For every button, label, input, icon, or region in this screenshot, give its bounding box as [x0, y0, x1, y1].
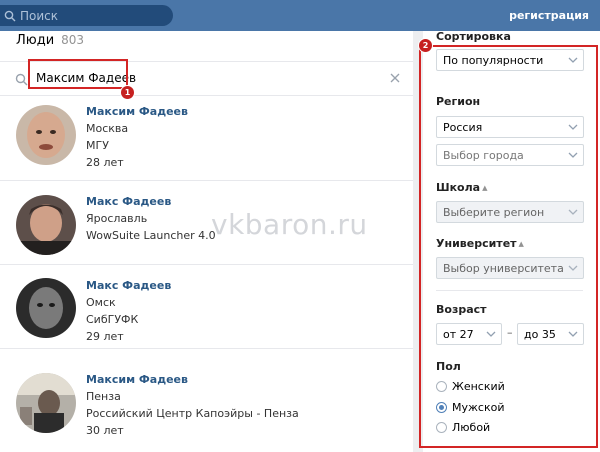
- annotation-badge-1: 1: [120, 85, 135, 100]
- annotation-badge-2: 2: [418, 38, 433, 53]
- result-city: Омск: [86, 296, 116, 309]
- filters-highlight-box: [419, 45, 598, 448]
- people-header: Люди 803: [16, 33, 84, 48]
- people-results-panel: Люди 803 Максим Фадеев Москва МГУ 28 лет: [0, 31, 413, 452]
- list-item[interactable]: Максим Фадеев Пенза Российский Центр Кап…: [0, 349, 413, 452]
- result-university: СибГУФК: [86, 313, 139, 326]
- people-count: 803: [61, 33, 85, 47]
- result-city: Москва: [86, 122, 129, 135]
- result-university: Российский Центр Капоэйры - Пенза: [86, 407, 299, 420]
- avatar[interactable]: [16, 373, 76, 433]
- avatar[interactable]: [16, 278, 76, 338]
- search-icon: [4, 10, 16, 21]
- result-name-link[interactable]: Макс Фадеев: [86, 279, 171, 292]
- register-link[interactable]: регистрация: [509, 9, 589, 22]
- top-navigation-bar: Поиск регистрация: [0, 0, 600, 31]
- result-age: 28 лет: [86, 156, 124, 169]
- list-item[interactable]: Макс Фадеев Омск СибГУФК 29 лет: [0, 265, 413, 349]
- result-university: WowSuite Launcher 4.0: [86, 229, 216, 242]
- close-icon[interactable]: [389, 72, 401, 84]
- search-icon: [15, 73, 28, 86]
- list-item[interactable]: Максим Фадеев Москва МГУ 28 лет: [0, 97, 413, 181]
- watermark: vkbaron.ru: [211, 208, 368, 241]
- result-city: Пенза: [86, 390, 121, 403]
- people-title: Люди: [16, 33, 55, 48]
- search-highlight-box: [28, 59, 128, 89]
- top-search-field[interactable]: Поиск: [0, 5, 173, 26]
- avatar[interactable]: [16, 105, 76, 165]
- result-city: Ярославль: [86, 212, 148, 225]
- sort-title: Сортировка: [436, 30, 511, 43]
- result-university: МГУ: [86, 139, 109, 152]
- result-name-link[interactable]: Макс Фадеев: [86, 195, 171, 208]
- result-age: 30 лет: [86, 424, 124, 437]
- top-search-placeholder: Поиск: [20, 8, 59, 23]
- avatar[interactable]: [16, 195, 76, 255]
- result-name-link[interactable]: Максим Фадеев: [86, 373, 188, 386]
- result-age: 29 лет: [86, 330, 124, 343]
- result-name-link[interactable]: Максим Фадеев: [86, 105, 188, 118]
